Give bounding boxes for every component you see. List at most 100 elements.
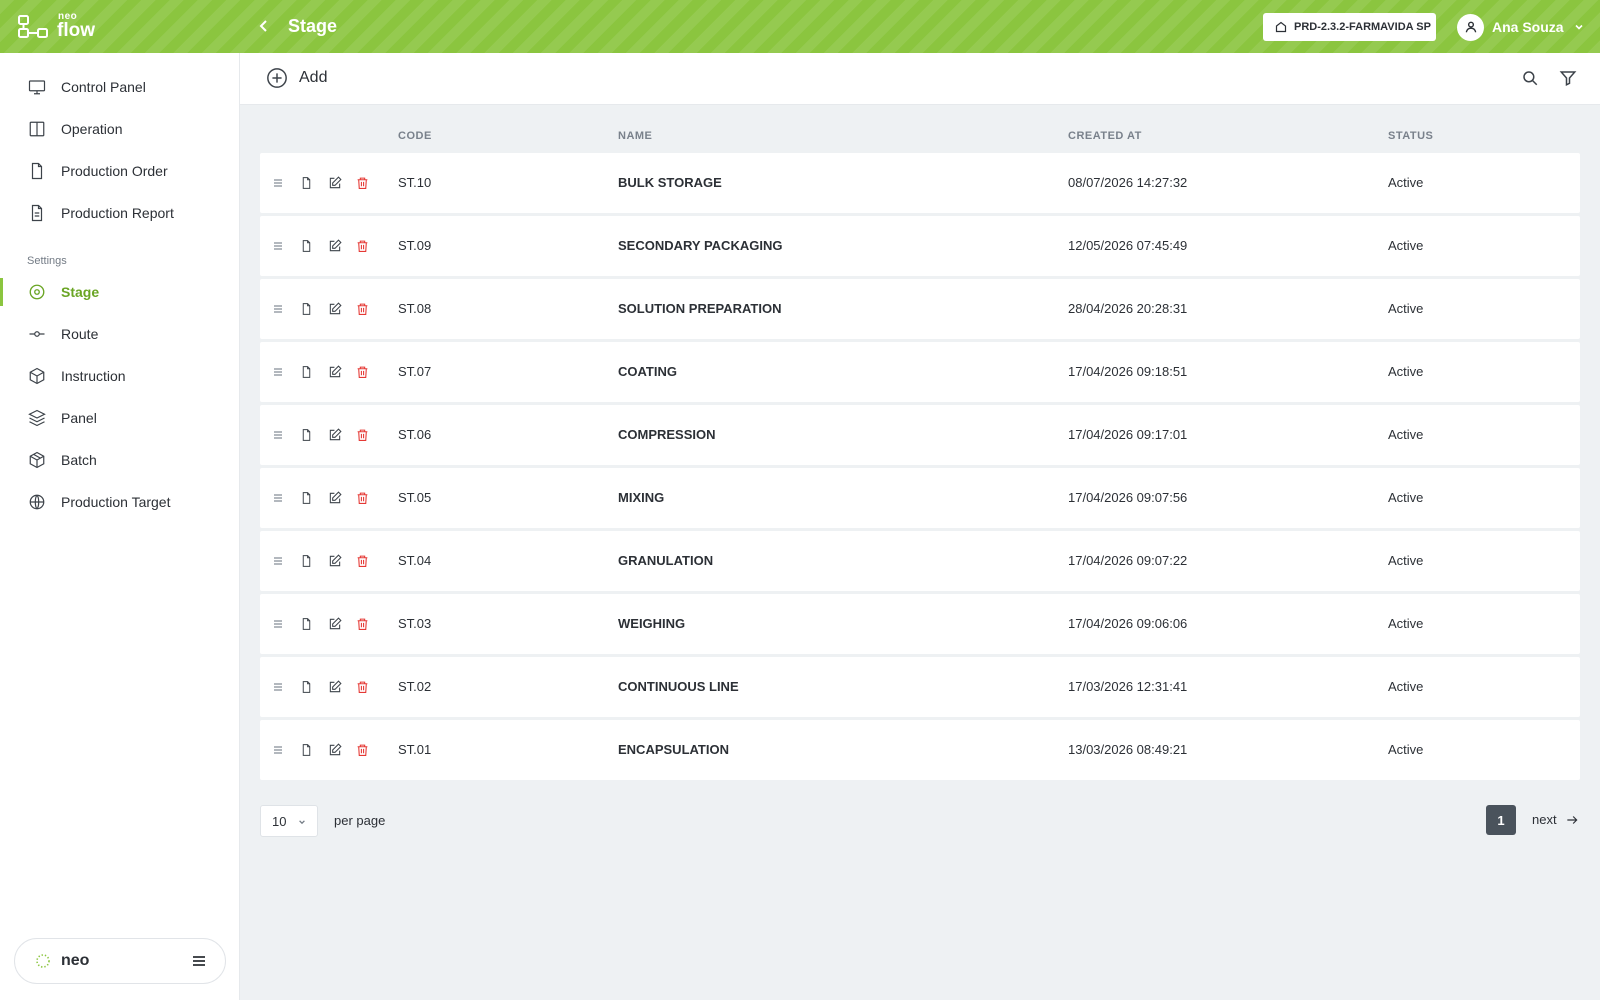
search-button[interactable] (1521, 69, 1539, 92)
column-header-created-at[interactable]: CREATED AT (1068, 130, 1142, 142)
filter-button[interactable] (1559, 69, 1577, 92)
delete-button[interactable] (356, 363, 384, 381)
trash-icon (357, 240, 368, 252)
column-header-name[interactable]: NAME (618, 130, 652, 142)
sidebar-item-panel[interactable]: Panel (0, 402, 239, 434)
drag-handle[interactable] (272, 426, 300, 444)
plus-circle-icon (267, 68, 287, 88)
view-button[interactable] (300, 552, 328, 570)
document-icon (302, 177, 311, 189)
cell-name: SOLUTION PREPARATION (618, 301, 782, 316)
edit-button[interactable] (328, 426, 356, 444)
delete-button[interactable] (356, 741, 384, 759)
delete-button[interactable] (356, 174, 384, 192)
edit-button[interactable] (328, 615, 356, 633)
table-row[interactable]: ST.03 WEIGHING 17/04/2026 09:06:06 Active (260, 594, 1580, 654)
view-button[interactable] (300, 489, 328, 507)
edit-button[interactable] (328, 300, 356, 318)
document-icon (302, 492, 311, 504)
view-button[interactable] (300, 741, 328, 759)
delete-button[interactable] (356, 300, 384, 318)
menu-button[interactable] (191, 953, 207, 974)
trash-icon (357, 681, 368, 693)
table-row[interactable]: ST.04 GRANULATION 17/04/2026 09:07:22 Activ… (260, 531, 1580, 591)
edit-button[interactable] (328, 363, 356, 381)
sidebar-item-production-target[interactable]: Production Target (0, 486, 239, 518)
sidebar-item-label: Control Panel (61, 79, 146, 95)
edit-button[interactable] (328, 174, 356, 192)
view-button[interactable] (300, 174, 328, 192)
column-header-status[interactable]: STATUS (1388, 130, 1433, 142)
edit-icon (329, 743, 342, 756)
table-row[interactable]: ST.02 CONTINUOUS LINE 17/03/2026 12:31:41 A… (260, 657, 1580, 717)
chevron-down-icon (1575, 24, 1583, 30)
drag-handle-icon (274, 368, 282, 376)
table-row[interactable]: ST.10 BULK STORAGE 08/07/2026 14:27:32 Acti… (260, 153, 1580, 213)
sidebar-item-route[interactable]: Route (0, 318, 239, 350)
environment-badge[interactable]: PRD-2.3.2-FARMAVIDA SP (1263, 13, 1436, 41)
edit-button[interactable] (328, 552, 356, 570)
per-page-label: per page (334, 813, 386, 828)
drag-handle[interactable] (272, 174, 300, 192)
per-page-select[interactable]: 10 (260, 805, 318, 837)
drag-handle-icon (274, 557, 282, 565)
edit-button[interactable] (328, 489, 356, 507)
view-button[interactable] (300, 615, 328, 633)
sidebar-item-batch[interactable]: Batch (0, 444, 239, 476)
sidebar-item-production-report[interactable]: Production Report (0, 197, 239, 229)
drag-handle[interactable] (272, 237, 300, 255)
edit-icon (329, 554, 342, 567)
cell-status: Active (1388, 175, 1424, 190)
sidebar-item-operation[interactable]: Operation (0, 113, 239, 145)
next-page-button[interactable]: next (1532, 812, 1579, 827)
edit-button[interactable] (328, 237, 356, 255)
delete-button[interactable] (356, 489, 384, 507)
document-icon (302, 618, 311, 630)
table-row[interactable]: ST.09 SECONDARY PACKAGING 12/05/2026 07:45… (260, 216, 1580, 276)
drag-handle[interactable] (272, 741, 300, 759)
drag-handle[interactable] (272, 552, 300, 570)
main-content: CODE NAME CREATED AT STATUS ST.10 BULK ST… (240, 105, 1600, 1000)
delete-button[interactable] (356, 237, 384, 255)
sidebar-item-instruction[interactable]: Instruction (0, 360, 239, 392)
table-row[interactable]: ST.08 SOLUTION PREPARATION 28/04/2026 20:2… (260, 279, 1580, 339)
table-row[interactable]: ST.07 COATING 17/04/2026 09:18:51 Active (260, 342, 1580, 402)
delete-button[interactable] (356, 426, 384, 444)
drag-handle[interactable] (272, 489, 300, 507)
add-button[interactable]: Add (266, 67, 327, 89)
view-button[interactable] (300, 363, 328, 381)
drag-handle[interactable] (272, 363, 300, 381)
neoflow-logo[interactable]: neo flow (18, 12, 138, 42)
drag-handle[interactable] (272, 678, 300, 696)
page-title: Stage (288, 16, 338, 36)
edit-button[interactable] (328, 678, 356, 696)
table-row[interactable]: ST.01 ENCAPSULATION 13/03/2026 08:49:21 Act… (260, 720, 1580, 780)
sidebar-item-stage[interactable]: Stage (0, 276, 239, 308)
view-button[interactable] (300, 426, 328, 444)
drag-handle[interactable] (272, 615, 300, 633)
view-button[interactable] (300, 300, 328, 318)
delete-button[interactable] (356, 552, 384, 570)
sidebar-item-label: Instruction (61, 368, 126, 384)
trash-icon (357, 555, 368, 567)
view-button[interactable] (300, 237, 328, 255)
cell-name: SECONDARY PACKAGING (618, 238, 783, 253)
back-button[interactable] (256, 16, 272, 36)
cell-status: Active (1388, 742, 1424, 757)
page-button-1[interactable]: 1 (1486, 805, 1516, 835)
column-header-code[interactable]: CODE (398, 130, 432, 142)
view-button[interactable] (300, 678, 328, 696)
table-row[interactable]: ST.05 MIXING 17/04/2026 09:07:56 Active (260, 468, 1580, 528)
sidebar-item-production-order[interactable]: Production Order (0, 155, 239, 187)
cell-code: ST.10 (398, 175, 432, 190)
neo-label: neo (61, 952, 90, 969)
cell-code: ST.05 (398, 490, 432, 505)
delete-button[interactable] (356, 678, 384, 696)
delete-button[interactable] (356, 615, 384, 633)
user-menu[interactable]: Ana Souza (1457, 13, 1584, 41)
table-row[interactable]: ST.06 COMPRESSION 17/04/2026 09:17:01 Activ… (260, 405, 1580, 465)
sidebar-item-control-panel[interactable]: Control Panel (0, 71, 239, 103)
drag-handle[interactable] (272, 300, 300, 318)
next-label: next (1532, 812, 1557, 827)
edit-button[interactable] (328, 741, 356, 759)
